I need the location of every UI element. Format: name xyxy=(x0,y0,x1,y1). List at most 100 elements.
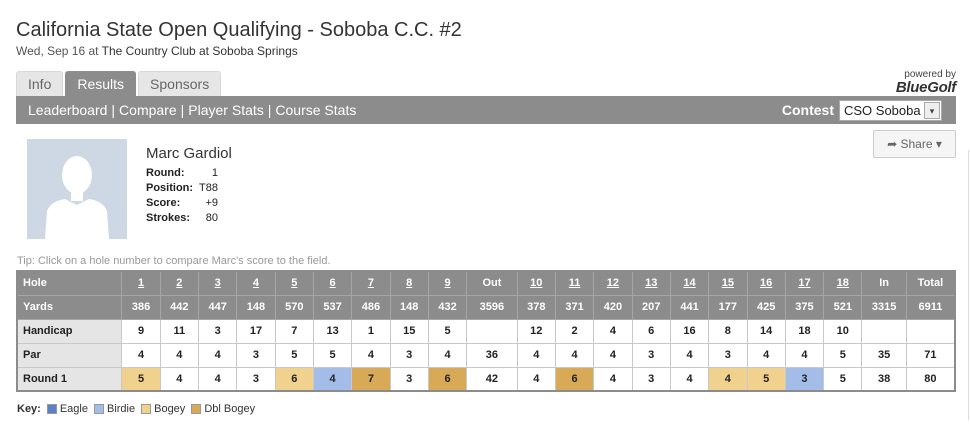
nav-compare-link[interactable]: Compare xyxy=(119,102,177,118)
avatar-silhouette-icon xyxy=(27,139,127,239)
powered-by-logo[interactable]: powered by BlueGolf xyxy=(895,70,956,96)
hole-number-link[interactable]: 9 xyxy=(427,270,468,296)
hole-number-link[interactable]: 14 xyxy=(669,270,710,296)
yards-cell: 420 xyxy=(593,294,633,320)
key-item-bogey: Bogey xyxy=(141,403,185,415)
key-item-label: Bogey xyxy=(154,403,186,415)
handicap-cell xyxy=(466,318,518,344)
par-cell: 4 xyxy=(121,342,161,368)
par-cell: 4 xyxy=(669,342,710,368)
birdie-swatch xyxy=(93,404,104,414)
round-cell: 4 xyxy=(669,366,710,392)
player-name: Marc Gardiol xyxy=(146,145,232,162)
contest-picker: Contest CSO Soboba ▾ xyxy=(782,99,942,121)
yards-cell: 3596 xyxy=(466,294,518,320)
hole-number-link[interactable]: 2 xyxy=(159,270,200,296)
share-label: Share xyxy=(900,137,933,151)
yards-cell: 432 xyxy=(427,294,468,320)
handicap-cell: 13 xyxy=(312,318,353,344)
handicap-cell: 1 xyxy=(351,318,391,344)
handicap-cell: 16 xyxy=(669,318,710,344)
yards-cell: 486 xyxy=(351,294,391,320)
hole-number-link[interactable]: 6 xyxy=(312,270,353,296)
nav-course-stats-link[interactable]: Course Stats xyxy=(275,102,356,118)
key-item-dbl-bogey: Dbl Bogey xyxy=(191,403,255,415)
par-cell: 3 xyxy=(236,342,276,368)
stat-value: 1 xyxy=(211,167,218,179)
nav-separator: | xyxy=(267,102,272,118)
bogey-swatch xyxy=(141,404,152,414)
nav-player-stats-link[interactable]: Player Stats xyxy=(188,102,263,118)
scorecard-tip: Tip: Click on a hole number to compare M… xyxy=(17,255,331,267)
hole-number-link[interactable]: 15 xyxy=(708,270,748,296)
par-cell: 36 xyxy=(466,342,518,368)
stat-label: Strokes: xyxy=(146,212,191,224)
hole-number-link[interactable]: 12 xyxy=(593,270,633,296)
stat-score: Score: +9 xyxy=(146,197,218,212)
hole-number-link[interactable]: 1 xyxy=(121,270,161,296)
round-cell: 6 xyxy=(554,366,595,392)
contest-select[interactable]: CSO Soboba ▾ xyxy=(839,99,942,121)
nav-leaderboard-link[interactable]: Leaderboard xyxy=(28,102,107,118)
tab-results[interactable]: Results xyxy=(65,71,137,96)
round-cell: 3 xyxy=(236,366,276,392)
par-cell: 4 xyxy=(159,342,200,368)
scorecard-round-row: Round 1 5 4 4 3 6 4 7 3 6 42 4 6 4 3 4 4 5 3 5 38 80 xyxy=(16,366,956,392)
stat-value: T88 xyxy=(199,182,218,194)
yards-cell: 441 xyxy=(669,294,710,320)
yards-cell: 6911 xyxy=(905,294,956,320)
handicap-cell: 8 xyxy=(708,318,748,344)
round-cell: 3 xyxy=(389,366,429,392)
round-cell: 4 xyxy=(198,366,238,392)
hole-number-link[interactable]: 3 xyxy=(198,270,238,296)
page-divider xyxy=(968,150,969,420)
hole-number-link[interactable]: 8 xyxy=(389,270,429,296)
round-cell: 6 xyxy=(274,366,314,392)
results-nav-links: Leaderboard | Compare | Player Stats | Course … xyxy=(28,96,356,124)
par-cell: 4 xyxy=(198,342,238,368)
hole-number-link[interactable]: 5 xyxy=(274,270,314,296)
row-label: Hole xyxy=(16,270,123,296)
hole-number-link[interactable]: 16 xyxy=(746,270,786,296)
handicap-cell: 3 xyxy=(198,318,238,344)
handicap-cell: 17 xyxy=(236,318,276,344)
results-navbar: Leaderboard | Compare | Player Stats | Course … xyxy=(16,96,956,124)
round-cell: 3 xyxy=(631,366,671,392)
share-arrow-icon: ➦ xyxy=(887,137,898,151)
hole-number-link[interactable]: 10 xyxy=(516,270,556,296)
hole-number-link[interactable]: 18 xyxy=(823,270,863,296)
par-cell: 4 xyxy=(746,342,786,368)
stat-label: Score: xyxy=(146,197,181,209)
par-cell: 71 xyxy=(905,342,956,368)
tab-sponsors[interactable]: Sponsors xyxy=(138,71,222,96)
round-cell: 6 xyxy=(427,366,468,392)
tab-info[interactable]: Info xyxy=(16,71,64,96)
handicap-cell: 18 xyxy=(784,318,825,344)
par-cell: 4 xyxy=(554,342,595,368)
bluegolf-logo: BlueGolf xyxy=(895,79,956,96)
score-key: Key: Eagle Birdie Bogey Dbl Bogey xyxy=(17,403,261,415)
stat-value: +9 xyxy=(205,197,218,209)
hole-number-link[interactable]: 17 xyxy=(784,270,825,296)
event-subtitle: Wed, Sep 16 at The Country Club at Sobob… xyxy=(16,44,298,58)
scorecard-handicap-row: Handicap 9 11 3 17 7 13 1 15 5 12 2 4 6 16 8 14 18 10 xyxy=(16,318,956,344)
stat-label: Position: xyxy=(146,182,194,194)
round-cell: 4 xyxy=(312,366,353,392)
key-label: Key: xyxy=(17,403,41,415)
yards-cell: 148 xyxy=(389,294,429,320)
player-stats: Round: 1 Position: T88 Score: +9 Strokes… xyxy=(146,167,218,227)
par-cell: 35 xyxy=(861,342,907,368)
hole-number-link[interactable]: 4 xyxy=(236,270,276,296)
handicap-cell: 7 xyxy=(274,318,314,344)
par-cell: 4 xyxy=(351,342,391,368)
hole-number-link[interactable]: 11 xyxy=(554,270,595,296)
tab-bar: Info Results Sponsors xyxy=(16,71,223,96)
handicap-cell: 14 xyxy=(746,318,786,344)
hole-number-link[interactable]: 7 xyxy=(351,270,391,296)
round-cell: 7 xyxy=(351,366,391,392)
par-cell: 3 xyxy=(631,342,671,368)
par-cell: 4 xyxy=(427,342,468,368)
share-button[interactable]: ➦ Share ▾ xyxy=(873,130,956,158)
venue-name: The Country Club at Soboba Springs xyxy=(101,44,298,58)
hole-number-link[interactable]: 13 xyxy=(631,270,671,296)
